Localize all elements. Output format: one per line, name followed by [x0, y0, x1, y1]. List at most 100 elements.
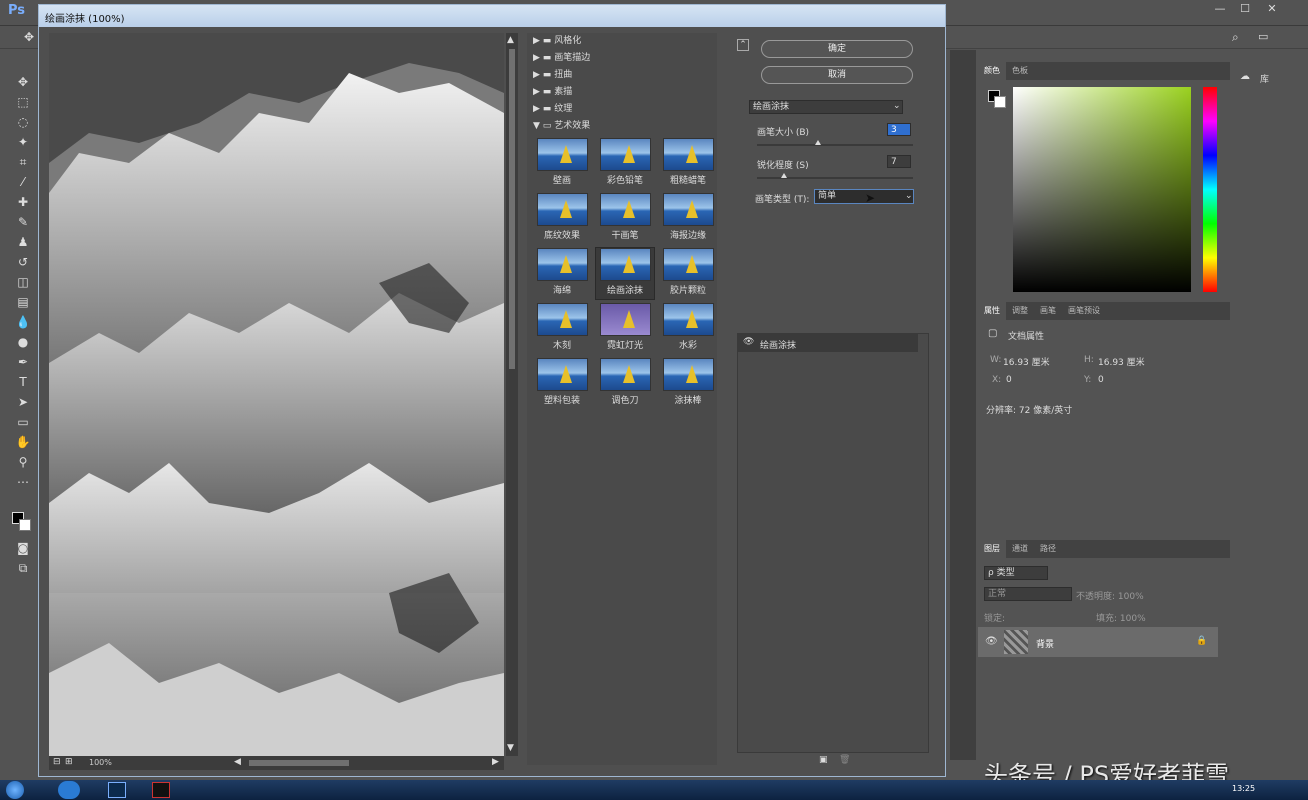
scroll-down-icon[interactable]: ▼ — [507, 743, 514, 753]
filter-colored-pencil[interactable]: 彩色铅笔 — [596, 138, 654, 189]
y-value[interactable]: 0 — [1098, 375, 1104, 385]
layer-row[interactable]: 👁 背景 🔒 — [978, 627, 1218, 657]
app-task-icon[interactable] — [152, 782, 170, 798]
crop-tool-icon[interactable]: ⌗ — [14, 154, 32, 170]
library-label[interactable]: 库 — [1260, 72, 1269, 85]
gradient-tool-icon[interactable]: ▤ — [14, 294, 32, 310]
color-field[interactable] — [1013, 87, 1191, 292]
minimize-button[interactable]: — — [1210, 2, 1230, 16]
tab-properties[interactable]: 属性 — [978, 302, 1006, 320]
hand-tool-icon[interactable]: ✋ — [14, 434, 32, 450]
zoom-in-icon[interactable]: ⊞ — [65, 757, 73, 767]
quick-mask-icon[interactable]: ◙ — [14, 540, 32, 556]
w-value[interactable]: 16.93 厘米 — [1003, 355, 1050, 368]
sharpness-input[interactable]: 7 — [887, 155, 911, 168]
filter-smudge-stick[interactable]: 涂抹棒 — [659, 358, 717, 409]
close-button[interactable]: ✕ — [1262, 2, 1282, 16]
tab-swatches[interactable]: 色板 — [1006, 62, 1034, 80]
folder-brush-strokes[interactable]: ▶ ▬ 画笔描边 — [527, 50, 717, 67]
brush-size-input[interactable]: 3 — [887, 123, 911, 136]
screen-mode-icon[interactable]: ⧉ — [14, 560, 32, 576]
zoom-select[interactable]: 100% — [89, 758, 112, 767]
horizontal-scrollbar[interactable] — [249, 760, 349, 766]
filter-sponge[interactable]: 海绵 — [533, 248, 591, 299]
tab-channels[interactable]: 通道 — [1006, 540, 1034, 558]
filter-plastic-wrap[interactable]: 塑料包装 — [533, 358, 591, 409]
brush-type-select[interactable]: 简单 — [814, 189, 914, 204]
type-tool-icon[interactable]: T — [14, 374, 32, 390]
layer-name[interactable]: 背景 — [1036, 637, 1054, 650]
tab-brush-preset[interactable]: 画笔预设 — [1062, 302, 1106, 320]
filter-paint-daubs[interactable]: 绘画涂抹 — [595, 247, 655, 300]
opacity-field[interactable]: 不透明度: 100% — [1076, 589, 1144, 602]
filter-dry-brush[interactable]: 干画笔 — [596, 193, 654, 244]
healing-brush-icon[interactable]: ✚ — [14, 194, 32, 210]
pen-tool-icon[interactable]: ✒ — [14, 354, 32, 370]
stamp-tool-icon[interactable]: ♟ — [14, 234, 32, 250]
dodge-tool-icon[interactable]: ● — [14, 334, 32, 350]
filter-fresco[interactable]: 壁画 — [533, 138, 591, 189]
maximize-button[interactable]: ☐ — [1235, 2, 1255, 16]
start-button-icon[interactable] — [6, 781, 24, 799]
browser-icon[interactable] — [58, 781, 80, 799]
move-icon[interactable]: ✥ — [24, 30, 34, 44]
more-tools-icon[interactable]: ⋯ — [14, 474, 32, 490]
path-select-icon[interactable]: ➤ — [14, 394, 32, 410]
background-color[interactable] — [19, 519, 31, 531]
brush-tool-icon[interactable]: ✎ — [14, 214, 32, 230]
magic-wand-icon[interactable]: ✦ — [14, 134, 32, 150]
filter-neon-glow[interactable]: 霓虹灯光 — [596, 303, 654, 354]
filter-palette-knife[interactable]: 调色刀 — [596, 358, 654, 409]
layer-kind-filter[interactable]: ρ 类型 — [984, 566, 1048, 580]
zoom-tool-icon[interactable]: ⚲ — [14, 454, 32, 470]
x-value[interactable]: 0 — [1006, 375, 1012, 385]
tab-paths[interactable]: 路径 — [1034, 540, 1062, 558]
eyedropper-icon[interactable]: ⁄ — [14, 174, 32, 190]
history-brush-icon[interactable]: ↺ — [14, 254, 32, 270]
cancel-button[interactable]: 取消 — [761, 66, 913, 84]
brush-size-slider[interactable] — [757, 144, 913, 146]
eye-icon[interactable]: 👁 — [743, 337, 754, 347]
new-effect-icon[interactable]: ▣ — [819, 755, 828, 765]
folder-texture[interactable]: ▶ ▬ 纹理 — [527, 101, 717, 118]
eye-icon[interactable]: 👁 — [985, 636, 998, 647]
zoom-out-icon[interactable]: ⊟ — [53, 757, 61, 767]
bg-swatch[interactable] — [994, 96, 1006, 108]
eraser-tool-icon[interactable]: ◫ — [14, 274, 32, 290]
cloud-icon[interactable]: ☁ — [1240, 71, 1250, 82]
scroll-left-icon[interactable]: ◀ — [234, 757, 241, 767]
collapse-icon[interactable]: ⌃ — [737, 39, 749, 51]
marquee-tool-icon[interactable]: ⬚ — [14, 94, 32, 110]
delete-effect-icon[interactable]: 🗑 — [839, 755, 850, 765]
brush-size-knob[interactable] — [815, 140, 821, 145]
filter-rough-pastels[interactable]: 粗糙蜡笔 — [659, 138, 717, 189]
hue-slider[interactable] — [1203, 87, 1217, 292]
ok-button[interactable]: 确定 — [761, 40, 913, 58]
lasso-tool-icon[interactable]: ◌ — [14, 114, 32, 130]
tab-brush[interactable]: 画笔 — [1034, 302, 1062, 320]
move-tool-icon[interactable]: ✥ — [14, 74, 32, 90]
shape-tool-icon[interactable]: ▭ — [14, 414, 32, 430]
workspace-icon[interactable]: ▭ — [1258, 30, 1268, 43]
tab-adjust[interactable]: 调整 — [1006, 302, 1034, 320]
fill-field[interactable]: 填充: 100% — [1096, 611, 1146, 624]
scroll-right-icon[interactable]: ▶ — [492, 757, 499, 767]
tab-color[interactable]: 颜色 — [978, 62, 1006, 80]
blend-mode-select[interactable]: 正常 — [984, 587, 1072, 601]
vertical-scrollbar[interactable]: ▲ ▼ — [506, 33, 518, 756]
effect-layer-row[interactable]: 👁 绘画涂抹 — [738, 334, 918, 352]
folder-distort[interactable]: ▶ ▬ 扭曲 — [527, 67, 717, 84]
vertical-scroll-thumb[interactable] — [509, 49, 515, 369]
search-icon[interactable]: ⌕ — [1232, 30, 1239, 45]
scroll-up-icon[interactable]: ▲ — [507, 35, 514, 45]
blur-tool-icon[interactable]: 💧 — [14, 314, 32, 330]
filter-select[interactable]: 绘画涂抹 — [749, 100, 903, 114]
folder-stylize[interactable]: ▶ ▬ 风格化 — [527, 33, 717, 50]
folder-sketch[interactable]: ▶ ▬ 素描 — [527, 84, 717, 101]
filter-poster-edges[interactable]: 海报边缘 — [659, 193, 717, 244]
folder-artistic[interactable]: ▼ ▭ 艺术效果 — [527, 118, 717, 135]
tab-layers[interactable]: 图层 — [978, 540, 1006, 558]
h-value[interactable]: 16.93 厘米 — [1098, 355, 1145, 368]
filter-film-grain[interactable]: 胶片颗粒 — [659, 248, 717, 299]
filter-preview[interactable] — [49, 33, 504, 756]
